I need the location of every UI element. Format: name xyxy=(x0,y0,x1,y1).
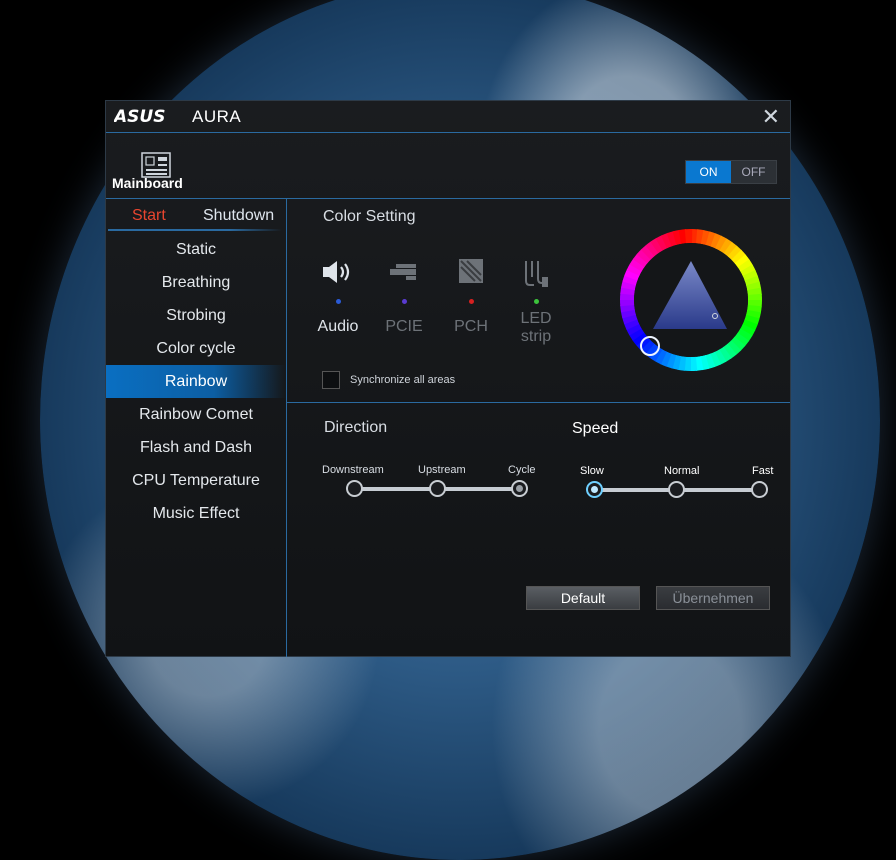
direction-downstream-label: Downstream xyxy=(322,464,384,476)
speed-normal-label: Normal xyxy=(664,465,700,477)
tab-shutdown[interactable]: Shutdown xyxy=(203,207,274,225)
direction-knob-downstream[interactable] xyxy=(346,480,363,497)
area-pch[interactable]: PCH xyxy=(441,257,501,336)
default-button[interactable]: Default xyxy=(526,586,640,610)
device-label: Mainboard xyxy=(112,175,183,191)
effect-static[interactable]: Static xyxy=(106,233,286,266)
asus-logo: ASUS xyxy=(114,107,165,125)
speed-fast-label: Fast xyxy=(752,465,774,477)
speed-knob-normal[interactable] xyxy=(668,481,685,498)
color-setting-panel: Color Setting Audio PCIE PCH LED strip S… xyxy=(287,198,790,403)
effect-cpu-temperature[interactable]: CPU Temperature xyxy=(106,464,286,497)
led-strip-status-dot xyxy=(533,299,539,304)
speed-knob-fast[interactable] xyxy=(751,481,768,498)
device-mainboard[interactable]: Mainboard xyxy=(112,152,202,193)
close-icon[interactable]: ✕ xyxy=(762,104,780,130)
pcie-icon xyxy=(390,264,416,280)
mode-tabs: Start Shutdown xyxy=(106,199,286,231)
led-label-line2: strip xyxy=(520,328,552,345)
effect-rainbow[interactable]: Rainbow xyxy=(106,365,286,398)
tab-underline xyxy=(108,229,282,231)
direction-knob-upstream[interactable] xyxy=(429,480,446,497)
effect-list: Static Breathing Strobing Color cycle Ra… xyxy=(106,233,286,530)
sync-checkbox[interactable] xyxy=(322,371,340,389)
effect-color-cycle[interactable]: Color cycle xyxy=(106,332,286,365)
area-audio[interactable]: Audio xyxy=(308,257,368,336)
effect-rainbow-comet[interactable]: Rainbow Comet xyxy=(106,398,286,431)
area-pcie-label: PCIE xyxy=(385,318,423,335)
color-wheel[interactable] xyxy=(619,228,763,372)
color-setting-title: Color Setting xyxy=(323,208,416,225)
sync-label: Synchronize all areas xyxy=(350,374,456,386)
led-strip-icon xyxy=(525,261,548,287)
speed-slow-label: Slow xyxy=(580,465,604,477)
area-led-strip-label: LED strip xyxy=(506,310,566,346)
svg-text:ASUS: ASUS xyxy=(114,107,165,125)
power-on-button[interactable]: ON xyxy=(686,161,731,183)
direction-knob-cycle[interactable] xyxy=(511,480,528,497)
effect-strobing[interactable]: Strobing xyxy=(106,299,286,332)
speed-title: Speed xyxy=(572,420,619,437)
pch-chip-icon xyxy=(459,259,483,283)
effect-breathing[interactable]: Breathing xyxy=(106,266,286,299)
power-off-button[interactable]: OFF xyxy=(731,161,776,183)
pcie-status-dot xyxy=(401,299,407,304)
speed-knob-slow[interactable] xyxy=(586,481,603,498)
direction-upstream-label: Upstream xyxy=(418,464,466,476)
apply-button[interactable]: Übernehmen xyxy=(656,586,770,610)
power-toggle[interactable]: ON OFF xyxy=(685,160,777,184)
direction-title: Direction xyxy=(324,419,388,436)
tab-start[interactable]: Start xyxy=(132,207,166,225)
audio-status-dot xyxy=(335,299,341,304)
speaker-icon xyxy=(323,261,350,283)
effect-options-panel: Direction Downstream Upstream Cycle Spee… xyxy=(287,401,790,656)
effect-sidebar: Start Shutdown Static Breathing Strobing… xyxy=(106,198,287,657)
led-label-line1: LED xyxy=(520,310,552,327)
area-pcie[interactable]: PCIE xyxy=(374,257,434,336)
area-audio-label: Audio xyxy=(317,318,359,335)
sync-all-areas[interactable]: Synchronize all areas xyxy=(322,371,455,389)
direction-cycle-label: Cycle xyxy=(508,464,536,476)
effect-flash-and-dash[interactable]: Flash and Dash xyxy=(106,431,286,464)
area-pch-label: PCH xyxy=(454,318,488,335)
effect-music-effect[interactable]: Music Effect xyxy=(106,497,286,530)
pch-status-dot xyxy=(468,299,474,304)
aura-window: ASUS AURA ✕ Mainboard ON OFF Start Shutd… xyxy=(105,100,791,657)
area-led-strip[interactable]: LED strip xyxy=(506,257,566,346)
app-title: AURA xyxy=(192,107,242,126)
title-bar: ASUS AURA ✕ xyxy=(106,101,790,133)
